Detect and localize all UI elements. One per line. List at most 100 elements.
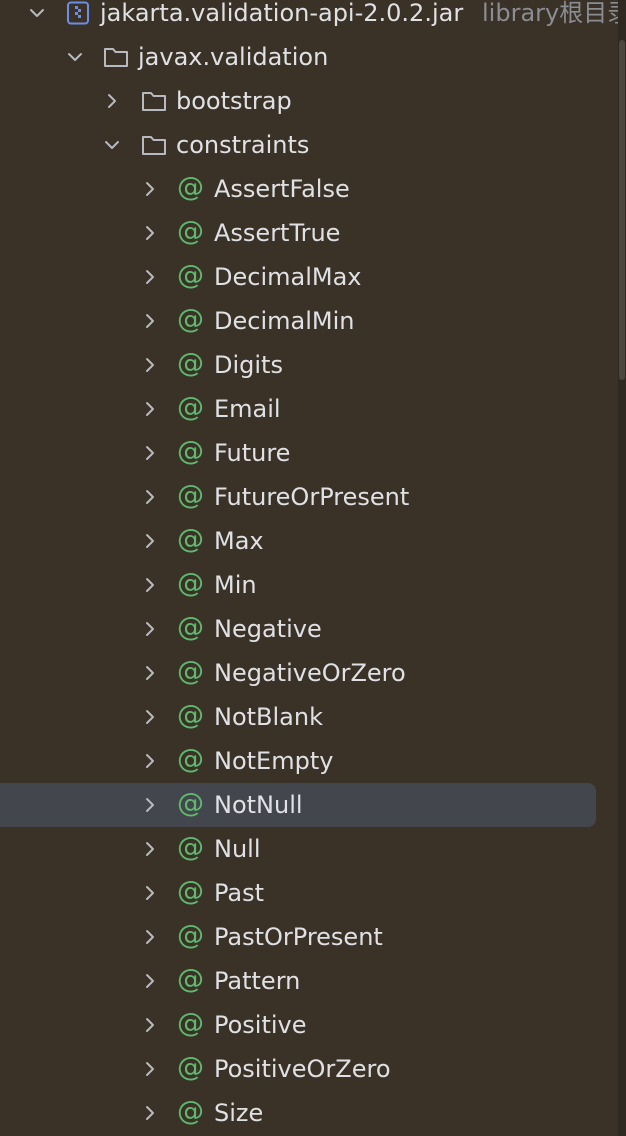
tree-row-annotation[interactable]: @ Size [0,1091,618,1135]
tree-row-annotation[interactable]: @ NotBlank [0,695,618,739]
chevron-down-icon[interactable] [28,4,46,22]
vertical-scrollbar[interactable] [618,0,626,1136]
annotation-icon: @ [177,656,204,687]
tree-row-annotation[interactable]: @ Max [0,519,618,563]
tree-row-annotation[interactable]: @ AssertTrue [0,211,618,255]
chevron-right-icon[interactable] [141,400,159,418]
tree-row-annotation[interactable]: @ Past [0,871,618,915]
folder-label: constraints [176,131,310,159]
annotation-icon: @ [177,1096,204,1127]
chevron-right-icon[interactable] [141,664,159,682]
annotation-icon: @ [177,964,204,995]
scrollbar-thumb[interactable] [619,40,625,380]
annotation-label: Past [214,879,265,907]
tree-row-annotation[interactable]: @ Email [0,387,618,431]
tree-row-annotation[interactable]: @ Positive [0,1003,618,1047]
chevron-right-icon[interactable] [141,884,159,902]
annotation-icon: @ [177,920,204,951]
chevron-right-icon[interactable] [141,620,159,638]
annotation-label: Min [214,571,257,599]
chevron-down-icon[interactable] [103,136,121,154]
annotation-label: NotBlank [214,703,323,731]
annotation-icon: @ [177,524,204,555]
tree-row-annotation[interactable]: @ Null [0,827,618,871]
tree-row-annotation[interactable]: @ PastOrPresent [0,915,618,959]
chevron-right-icon[interactable] [141,444,159,462]
tree-row-folder-bootstrap[interactable]: bootstrap [0,79,618,123]
tree-row-annotation[interactable]: @ Min [0,563,618,607]
annotation-label: PositiveOrZero [214,1055,391,1083]
chevron-right-icon[interactable] [141,972,159,990]
annotation-label: Positive [214,1011,307,1039]
folder-label: bootstrap [176,87,292,115]
annotation-icon: @ [177,480,204,511]
chevron-right-icon[interactable] [141,796,159,814]
annotation-label: DecimalMin [214,307,355,335]
annotation-icon: @ [177,348,204,379]
root-jar-label: jakarta.validation-api-2.0.2.jar [100,0,464,27]
chevron-right-icon[interactable] [141,1104,159,1122]
annotation-icon: @ [177,436,204,467]
folder-icon [141,133,167,157]
tree-row-annotation[interactable]: @ DecimalMax [0,255,618,299]
chevron-right-icon[interactable] [141,224,159,242]
annotation-label: NegativeOrZero [214,659,406,687]
tree-row-annotation[interactable]: @ NotEmpty [0,739,618,783]
tree-row-root-jar[interactable]: jakarta.validation-api-2.0.2.jar library… [0,0,626,35]
annotation-label: Future [214,439,291,467]
annotation-icon: @ [177,304,204,335]
chevron-down-icon[interactable] [66,48,84,66]
annotation-icon: @ [177,1008,204,1039]
tree-row-annotation[interactable]: @ Future [0,431,618,475]
annotation-label: Digits [214,351,283,379]
jar-archive-icon [66,1,92,25]
folder-icon [141,89,167,113]
annotation-icon: @ [177,260,204,291]
annotation-icon: @ [177,700,204,731]
annotation-label: NotNull [214,791,303,819]
annotation-icon: @ [177,876,204,907]
chevron-right-icon[interactable] [141,576,159,594]
annotation-label: Email [214,395,281,423]
chevron-right-icon[interactable] [141,928,159,946]
chevron-right-icon[interactable] [141,532,159,550]
chevron-right-icon[interactable] [141,268,159,286]
annotation-icon: @ [177,392,204,423]
annotation-label: FutureOrPresent [214,483,410,511]
annotation-icon: @ [177,612,204,643]
tree-row-annotation[interactable]: @ Digits [0,343,618,387]
chevron-right-icon[interactable] [141,840,159,858]
tree-row-annotation[interactable]: @ NegativeOrZero [0,651,618,695]
annotation-label: Null [214,835,261,863]
tree-row-package[interactable]: javax.validation [0,35,618,79]
annotation-icon: @ [177,216,204,247]
chevron-right-icon[interactable] [141,1060,159,1078]
annotation-icon: @ [177,172,204,203]
tree-row-annotation[interactable]: @ PositiveOrZero [0,1047,618,1091]
tree-row-annotation[interactable]: @ NotNull [0,783,618,827]
chevron-right-icon[interactable] [141,312,159,330]
annotation-label: AssertFalse [214,175,350,203]
tree-row-annotation[interactable]: @ Negative [0,607,618,651]
annotation-icon: @ [177,568,204,599]
folder-icon [103,45,129,69]
tree-row-annotation[interactable]: @ FutureOrPresent [0,475,618,519]
tree-row-folder-constraints[interactable]: constraints [0,123,618,167]
annotation-label: Negative [214,615,322,643]
chevron-right-icon[interactable] [141,180,159,198]
annotation-label: NotEmpty [214,747,334,775]
annotation-icon: @ [177,1052,204,1083]
annotation-label: Max [214,527,264,555]
chevron-right-icon[interactable] [103,92,121,110]
annotation-icon: @ [177,744,204,775]
chevron-right-icon[interactable] [141,1016,159,1034]
annotation-icon: @ [177,788,204,819]
tree-row-annotation[interactable]: @ AssertFalse [0,167,618,211]
chevron-right-icon[interactable] [141,356,159,374]
chevron-right-icon[interactable] [141,708,159,726]
tree-row-annotation[interactable]: @ Pattern [0,959,618,1003]
annotation-label: Pattern [214,967,301,995]
chevron-right-icon[interactable] [141,752,159,770]
tree-row-annotation[interactable]: @ DecimalMin [0,299,618,343]
chevron-right-icon[interactable] [141,488,159,506]
